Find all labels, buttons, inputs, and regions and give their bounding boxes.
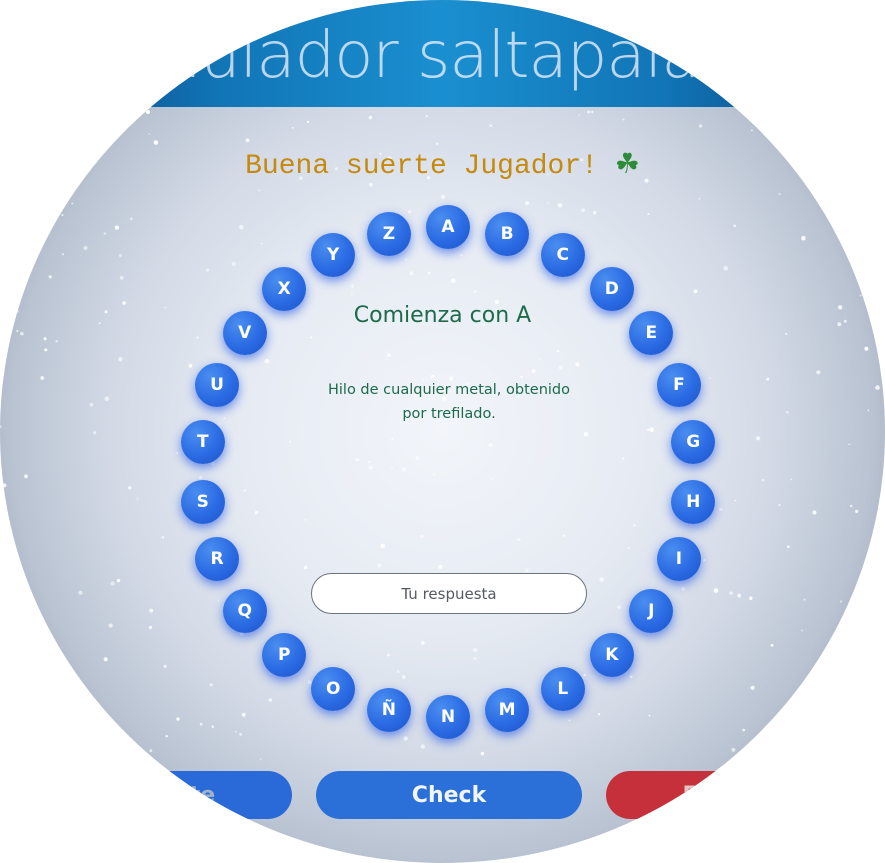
app-title: Simulador saltapalabra [82,19,803,93]
letter-bubble[interactable]: L [540,666,585,711]
letter-bubble[interactable]: R [195,536,240,581]
letter-bubble[interactable]: H [671,479,716,524]
letter-bubble[interactable]: U [195,363,240,408]
letter-bubble[interactable]: G [671,420,716,465]
four-leaf-clover-icon: ☘ [614,147,640,180]
greeting: Buena suerte Jugador! ☘ [0,144,885,187]
letter-bubble[interactable]: J [629,589,674,634]
question-definition: Hilo de cualquier metal, obtenido por tr… [327,382,570,422]
letter-bubble[interactable]: T [180,420,225,465]
letter-bubble[interactable]: I [656,536,701,581]
letter-bubble[interactable]: N [426,695,470,739]
header-bar: Simulador saltapalabra [0,0,885,107]
check-button[interactable]: Check [316,771,582,819]
question-prompt: Comienza con A [353,303,532,328]
letter-bubble[interactable]: P [262,633,307,678]
answer-input[interactable] [311,573,587,614]
next-button[interactable]: Siguiente [20,771,292,819]
letter-bubble[interactable]: Z [366,212,411,257]
letter-bubble[interactable]: O [311,666,356,711]
greeting-text: Buena suerte Jugador! [245,151,598,182]
letter-bubble[interactable]: A [426,205,470,249]
letter-bubble[interactable]: Ñ [366,687,411,732]
letter-bubble[interactable]: M [485,687,530,732]
letter-bubble[interactable]: F [656,363,701,408]
game-stage: Simulador saltapalabra Buena suerte Juga… [0,0,885,863]
letter-bubble[interactable]: Q [222,589,267,634]
letter-bubble[interactable]: Y [311,233,356,278]
letter-bubble[interactable]: S [180,479,225,524]
letter-bubble[interactable]: B [485,212,530,257]
letter-bubble[interactable]: C [540,233,585,278]
end-game-button[interactable]: Fin juego [606,771,874,819]
letter-bubble[interactable]: K [589,633,634,678]
